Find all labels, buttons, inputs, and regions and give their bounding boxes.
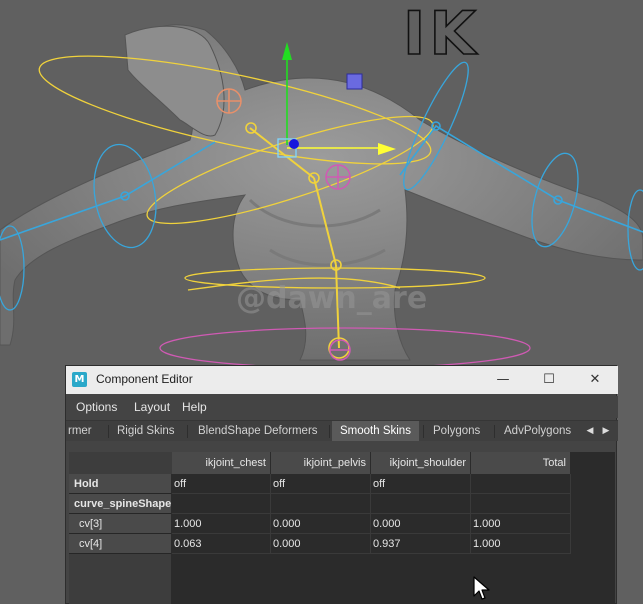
tab-separator <box>423 425 424 438</box>
row-header[interactable]: curve_spineShape <box>69 494 171 514</box>
watermark: @dawn_are <box>236 281 428 316</box>
table-cell[interactable]: 0.063 <box>172 534 271 554</box>
table-cell[interactable] <box>471 494 571 514</box>
table-cell[interactable]: 1.000 <box>471 534 571 554</box>
tab-blendshape-deformers[interactable]: BlendShape Deformers <box>198 421 318 441</box>
tab-rigid-skins[interactable]: Rigid Skins <box>117 421 175 441</box>
tab-advpolygons[interactable]: AdvPolygons <box>504 421 571 441</box>
menu-help[interactable]: Help <box>182 400 207 414</box>
table-cell[interactable]: off <box>271 474 371 494</box>
row-header[interactable]: cv[3] <box>69 514 171 534</box>
table-cell[interactable] <box>172 494 271 514</box>
head-mesh <box>124 25 225 137</box>
tab-separator <box>494 425 495 438</box>
mouse-cursor <box>473 576 490 600</box>
column-header[interactable]: ikjoint_shoulder <box>371 452 471 474</box>
minimize-button[interactable]: — <box>480 366 526 394</box>
table-cell[interactable]: 1.000 <box>172 514 271 534</box>
table-cell[interactable]: 0.000 <box>271 534 371 554</box>
column-header[interactable]: Total <box>471 452 571 474</box>
tab-scroll-left-icon[interactable]: ◀ <box>584 421 596 441</box>
tab-bar: rmer Rigid Skins BlendShape Deformers Sm… <box>66 420 618 441</box>
ik-mode-label: IK <box>402 0 480 69</box>
close-button[interactable]: ✕ <box>572 366 618 394</box>
table-header-row: ikjoint_chest ikjoint_pelvis ikjoint_sho… <box>69 452 615 474</box>
table-cell[interactable]: off <box>371 474 471 494</box>
tab-deformer-partial[interactable]: rmer <box>68 421 92 441</box>
manipulator-z-handle[interactable] <box>289 139 299 149</box>
tab-polygons[interactable]: Polygons <box>433 421 480 441</box>
tab-separator <box>329 425 330 438</box>
window-title: Component Editor <box>96 372 193 386</box>
table-cell[interactable] <box>371 494 471 514</box>
table-cell[interactable]: 0.000 <box>371 514 471 534</box>
column-header[interactable]: ikjoint_chest <box>172 452 271 474</box>
weights-table[interactable]: ikjoint_chest ikjoint_pelvis ikjoint_sho… <box>69 452 615 604</box>
title-bar[interactable]: M Component Editor — ☐ ✕ <box>66 366 618 394</box>
table-cell[interactable]: off <box>172 474 271 494</box>
row-header[interactable]: cv[4] <box>69 534 171 554</box>
menu-layout[interactable]: Layout <box>134 400 170 414</box>
menu-options[interactable]: Options <box>76 400 117 414</box>
maximize-button[interactable]: ☐ <box>526 366 572 394</box>
tab-scroll-right-icon[interactable]: ▶ <box>600 421 612 441</box>
maya-app-icon: M <box>72 372 87 387</box>
column-header[interactable]: ikjoint_pelvis <box>271 452 371 474</box>
table-cell[interactable]: 0.937 <box>371 534 471 554</box>
manipulator-y-arrow[interactable] <box>282 42 292 60</box>
row-header[interactable]: Hold <box>69 474 171 494</box>
table-cell[interactable]: 1.000 <box>471 514 571 534</box>
component-editor-window[interactable]: M Component Editor — ☐ ✕ Options Layout … <box>65 365 618 604</box>
table-cell[interactable] <box>471 474 571 494</box>
tab-separator <box>108 425 109 438</box>
table-cell[interactable] <box>271 494 371 514</box>
tab-smooth-skins[interactable]: Smooth Skins <box>332 421 419 441</box>
table-cell[interactable]: 0.000 <box>271 514 371 534</box>
manipulator-plane-handle[interactable] <box>346 73 363 90</box>
table-corner-cell <box>69 452 172 474</box>
tab-separator <box>187 425 188 438</box>
menu-bar: Options Layout Help <box>66 396 618 418</box>
